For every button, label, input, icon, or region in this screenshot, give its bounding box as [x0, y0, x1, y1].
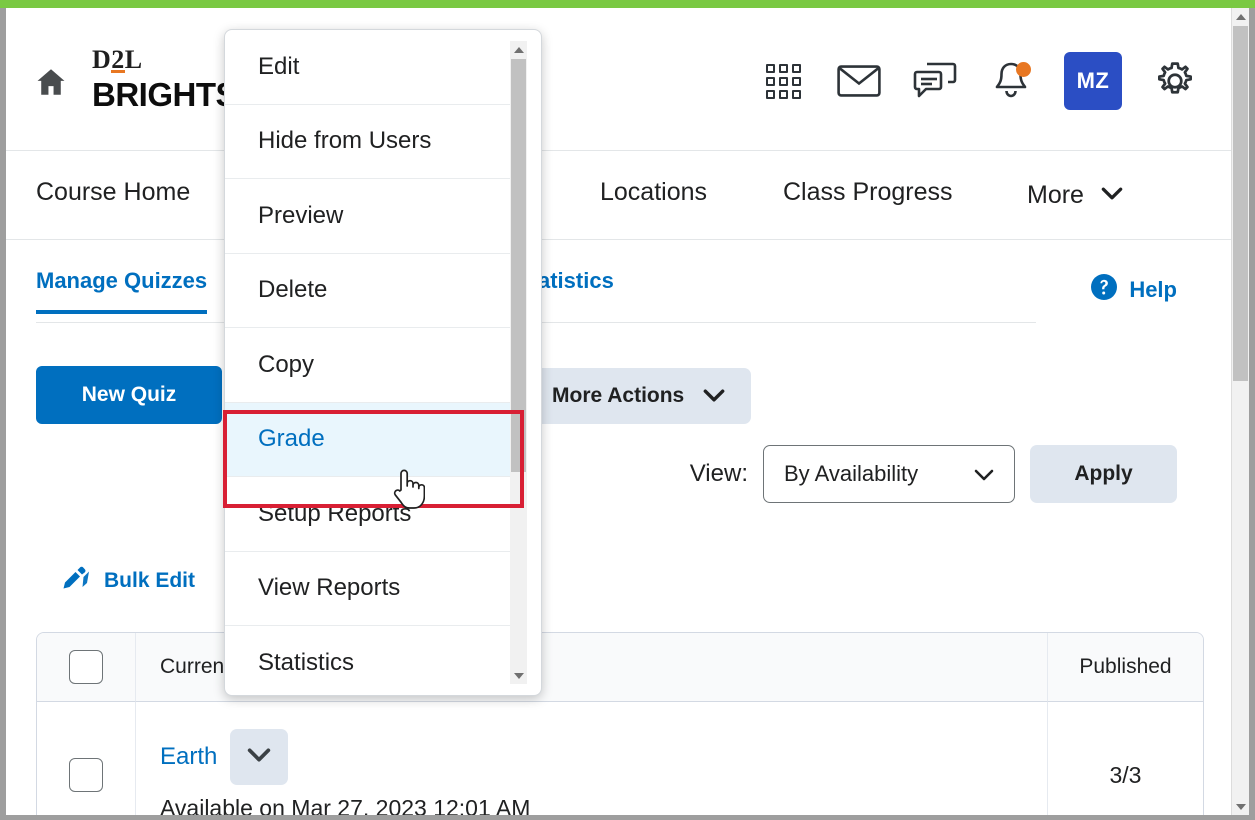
chevron-down-icon [247, 748, 271, 765]
window-bottom-edge [0, 815, 1255, 820]
brand-logo[interactable]: D2L BRIGHTSPACE [92, 46, 242, 114]
pencil-edit-icon [61, 565, 91, 597]
scroll-up-arrow-icon[interactable] [1232, 8, 1249, 25]
select-all-checkbox[interactable] [69, 650, 103, 684]
bulk-edit-label: Bulk Edit [104, 569, 196, 592]
scroll-down-arrow-icon[interactable] [510, 667, 527, 684]
help-circle-icon [1090, 273, 1118, 307]
window-right-edge [1249, 8, 1255, 820]
window-top-accent-bar [0, 0, 1255, 8]
quizzes-table-body: Earth Available on Mar 27, 2023 12:01 AM [37, 702, 1203, 815]
notification-badge-dot [1016, 62, 1031, 77]
context-menu-scrollbar[interactable] [510, 41, 527, 684]
view-filter-row: View: By Availability Apply [690, 445, 1177, 503]
row-quiz-cell: Earth Available on Mar 27, 2023 12:01 AM [136, 702, 1047, 815]
context-menu-scrollbar-thumb[interactable] [511, 59, 526, 472]
column-header-select-all [37, 633, 136, 702]
tab-manage-quizzes[interactable]: Manage Quizzes [36, 268, 208, 314]
brand-d: D [92, 46, 112, 74]
context-menu-item-setup-reports[interactable]: Setup Reports [225, 477, 513, 552]
view-select-value: By Availability [784, 461, 919, 486]
row-published-cell: 3/3 [1047, 702, 1203, 815]
nav-item-course-home[interactable]: Course Home [36, 178, 190, 207]
screenshot-root: D2L BRIGHTSPACE [0, 0, 1255, 820]
site-header: D2L BRIGHTSPACE [6, 8, 1232, 151]
scroll-down-arrow-icon[interactable] [1232, 798, 1249, 815]
chevron-down-icon [703, 384, 725, 408]
help-label: Help [1129, 277, 1177, 302]
brand-two: 2 [111, 46, 125, 74]
published-value: 3/3 [1109, 761, 1142, 788]
bell-icon[interactable] [988, 58, 1034, 104]
more-actions-button[interactable]: More Actions [526, 368, 752, 424]
context-menu-item-view-reports[interactable]: View Reports [225, 552, 513, 626]
chevron-down-icon [1101, 178, 1123, 207]
row-select-cell [37, 702, 136, 815]
avatar[interactable]: MZ [1064, 52, 1122, 110]
nav-item-class-progress[interactable]: Class Progress [783, 178, 953, 207]
brand-d2l-wordmark: D2L [92, 46, 143, 74]
new-quiz-button[interactable]: New Quiz [36, 366, 222, 424]
home-icon[interactable] [32, 65, 70, 99]
context-menu-item-copy[interactable]: Copy [225, 328, 513, 403]
more-actions-label: More Actions [552, 384, 685, 407]
course-navbar: Course Home Locations Class Progress Mor… [6, 152, 1232, 240]
bulk-edit-button[interactable]: Bulk Edit [61, 565, 195, 597]
table-header-row: Current Quizzes Published [37, 633, 1203, 702]
chat-bubbles-icon[interactable] [912, 58, 958, 104]
quiz-availability-text: Available on Mar 27, 2023 12:01 AM [160, 794, 531, 816]
nav-item-more-label: More [1027, 181, 1084, 209]
main-content: Manage Quizzes Question Library Statisti… [6, 240, 1232, 815]
context-menu-item-delete[interactable]: Delete [225, 254, 513, 328]
table-row: Earth Available on Mar 27, 2023 12:01 AM [37, 702, 1203, 815]
apply-button[interactable]: Apply [1030, 445, 1177, 503]
envelope-icon[interactable] [836, 58, 882, 104]
context-menu-item-edit[interactable]: Edit [225, 30, 513, 105]
quiz-name-link[interactable]: Earth [160, 743, 217, 771]
quizzes-table-head: Current Quizzes Published [37, 633, 1203, 702]
context-menu-item-grade[interactable]: Grade [225, 402, 513, 477]
gear-icon[interactable] [1152, 58, 1198, 104]
waffle-menu-icon[interactable] [760, 58, 806, 104]
nav-item-more[interactable]: More [1027, 178, 1123, 210]
brand-brightspace-wordmark: BRIGHTSPACE [92, 76, 242, 113]
context-menu-list: Edit Hide from Users Preview Delete Copy… [225, 30, 513, 695]
page-viewport: D2L BRIGHTSPACE [6, 8, 1232, 815]
column-header-published: Published [1047, 633, 1203, 702]
brand-l: L [124, 46, 143, 74]
context-menu-item-hide-from-users[interactable]: Hide from Users [225, 105, 513, 179]
page-scrollbar-thumb[interactable] [1233, 26, 1248, 381]
quiz-context-menu-button[interactable] [230, 728, 289, 785]
quiz-context-menu: Edit Hide from Users Preview Delete Copy… [224, 29, 542, 696]
page-scrollbar[interactable] [1231, 8, 1249, 815]
view-label: View: [689, 460, 748, 487]
row-checkbox[interactable] [69, 758, 103, 792]
header-icon-bar: MZ [760, 52, 1198, 110]
view-select[interactable]: By Availability [763, 445, 1015, 503]
chevron-down-icon [974, 461, 994, 487]
quizzes-table: Current Quizzes Published [36, 632, 1204, 815]
nav-item-locations[interactable]: Locations [600, 178, 707, 207]
help-link[interactable]: Help [1090, 273, 1177, 307]
scroll-up-arrow-icon[interactable] [510, 41, 527, 58]
context-menu-item-statistics[interactable]: Statistics [225, 626, 513, 695]
context-menu-item-preview[interactable]: Preview [225, 179, 513, 254]
